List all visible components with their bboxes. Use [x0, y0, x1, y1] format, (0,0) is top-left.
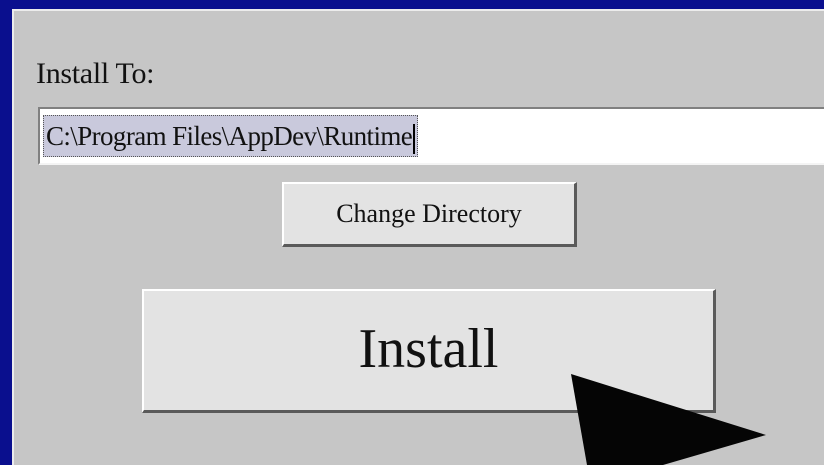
install-path-text: C:\Program Files\AppDev\Runtime [46, 121, 413, 151]
arrow-cursor-shape [571, 374, 766, 465]
install-to-label: Install To: [36, 57, 155, 90]
change-directory-button[interactable]: Change Directory [282, 182, 577, 247]
install-path-field[interactable]: C:\Program Files\AppDev\Runtime [38, 107, 824, 165]
arrow-cursor-icon [571, 374, 766, 465]
text-caret [413, 123, 416, 154]
install-path-selection[interactable]: C:\Program Files\AppDev\Runtime [43, 115, 419, 157]
